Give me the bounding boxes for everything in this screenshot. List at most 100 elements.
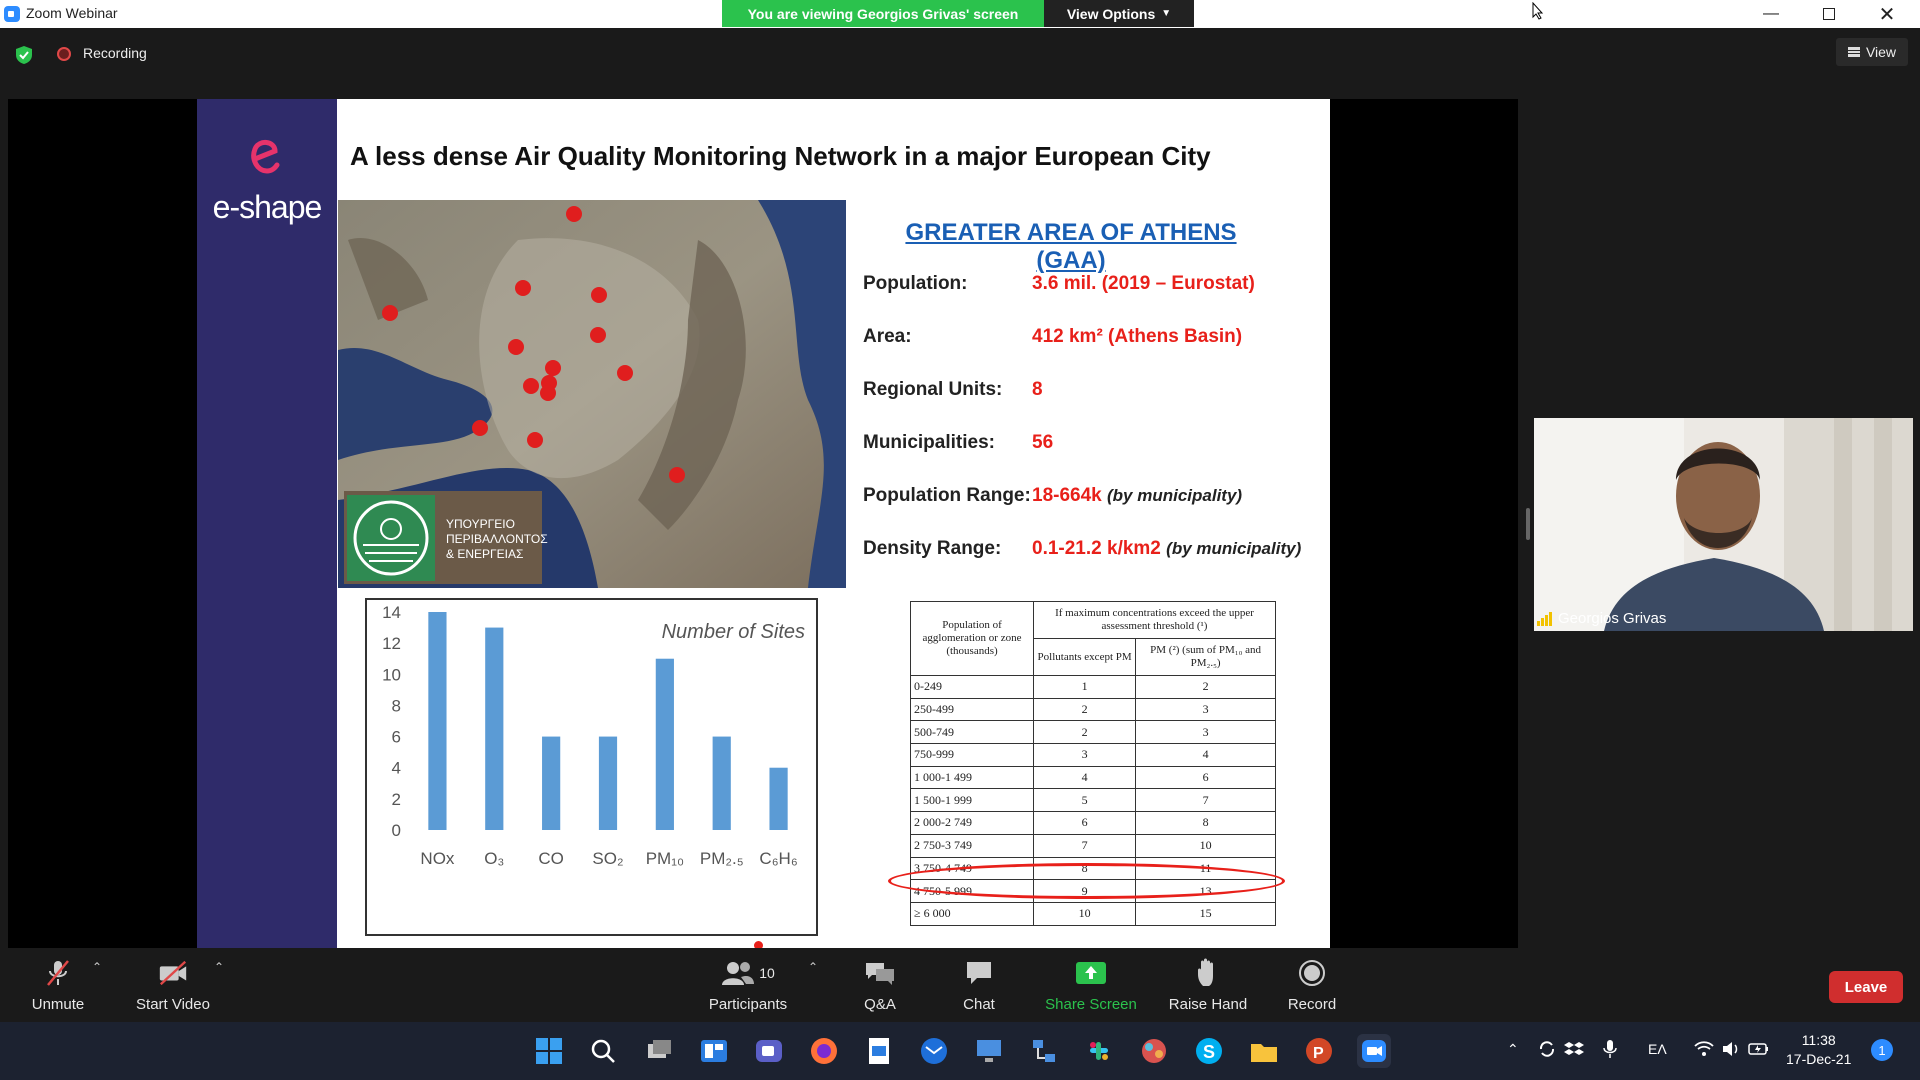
bar <box>769 767 788 830</box>
info-note: (by municipality) <box>1107 486 1243 505</box>
image-viewer-icon[interactable] <box>862 1034 896 1068</box>
slack-icon[interactable] <box>1082 1034 1116 1068</box>
table-row: 500-749 2 3 <box>910 720 1276 745</box>
table-cell: 10 <box>1135 833 1276 858</box>
recording-label: Recording <box>83 45 147 61</box>
teams-chat-icon[interactable] <box>752 1034 786 1068</box>
x-tick-label: O₃ <box>484 849 504 868</box>
share-screen-icon <box>1075 958 1107 988</box>
raise-hand-button[interactable]: Raise Hand <box>1166 958 1250 1013</box>
wifi-icon[interactable] <box>1694 1040 1714 1058</box>
info-label: Municipalities: <box>863 432 995 453</box>
leave-button[interactable]: Leave <box>1829 971 1903 1003</box>
table-row: 0-249 1 2 <box>910 675 1276 699</box>
table-row: 750-999 3 4 <box>910 743 1276 767</box>
table-row: 1 500-1 999 5 7 <box>910 788 1276 813</box>
share-screen-button[interactable]: Share Screen <box>1043 958 1139 1013</box>
table-cell: 1 <box>1032 675 1137 699</box>
chat-button[interactable]: Chat <box>955 958 1003 1013</box>
table-cell: 0-249 <box>910 675 1034 699</box>
search-icon[interactable] <box>586 1034 620 1068</box>
view-options-button[interactable]: View Options ▼ <box>1044 0 1194 27</box>
info-label: Population: <box>863 273 968 294</box>
table-cell: 2 <box>1032 720 1137 745</box>
speaker-video <box>1534 418 1913 631</box>
panel-splitter-handle[interactable] <box>1526 508 1530 540</box>
close-button[interactable]: ✕ <box>1858 0 1916 28</box>
input-language[interactable]: ΕΛ <box>1648 1041 1667 1057</box>
chevron-down-icon: ▼ <box>1161 8 1172 19</box>
notification-badge[interactable]: 1 <box>1871 1039 1893 1061</box>
mail-app-icon[interactable] <box>917 1034 951 1068</box>
skype-icon[interactable]: S <box>1192 1034 1226 1068</box>
y-tick-label: 14 <box>382 603 401 622</box>
record-button[interactable]: Record <box>1286 958 1338 1013</box>
y-tick-label: 12 <box>382 634 401 653</box>
table-header-pm: PM (²) (sum of PM₁₀ and PM₂.₅) <box>1135 638 1276 676</box>
table-cell: 7 <box>1135 788 1276 813</box>
table-cell: 1 500-1 999 <box>910 788 1034 813</box>
zoom-taskbar-icon[interactable] <box>1357 1034 1391 1068</box>
x-tick-label: SO₂ <box>592 849 623 868</box>
restore-icon <box>1823 8 1835 20</box>
battery-icon[interactable] <box>1748 1040 1770 1058</box>
minimize-button[interactable]: — <box>1742 0 1800 28</box>
bar <box>598 736 618 830</box>
table-cell: 3 <box>1032 743 1137 767</box>
view-button[interactable]: View <box>1836 38 1908 66</box>
colorful-app-icon[interactable] <box>1137 1034 1171 1068</box>
audio-options-caret-icon[interactable]: ⌃ <box>92 960 102 974</box>
bar <box>428 612 447 830</box>
view-label: View <box>1865 44 1897 60</box>
volume-icon[interactable] <box>1721 1040 1741 1058</box>
table-header-row: Population of agglomeration or zone (tho… <box>910 601 1276 676</box>
powerpoint-icon[interactable]: P <box>1302 1034 1336 1068</box>
info-value: 8 <box>1032 379 1043 400</box>
bar <box>712 736 731 830</box>
security-shield-icon[interactable] <box>14 45 34 65</box>
task-view-icon[interactable] <box>642 1034 676 1068</box>
participants-count: 10 <box>759 965 775 981</box>
remote-desktop-icon[interactable] <box>972 1034 1006 1068</box>
slide-sidebar: e-shape <box>197 99 337 948</box>
tray-chevron-up-icon[interactable]: ⌃ <box>1507 1041 1519 1058</box>
signal-strength-icon <box>1537 611 1552 626</box>
table-cell: 1 000-1 499 <box>910 765 1034 790</box>
info-label: Density Range: <box>863 538 1002 559</box>
table-header-pollutants: Pollutants except PM <box>1032 638 1137 676</box>
table-cell: 6 <box>1135 765 1276 790</box>
qa-label: Q&A <box>864 996 896 1013</box>
microphone-icon[interactable] <box>1602 1039 1618 1059</box>
y-tick-label: 4 <box>392 759 401 778</box>
sync-icon[interactable] <box>1537 1039 1557 1059</box>
svg-text:S: S <box>1203 1042 1215 1062</box>
participants-caret-icon[interactable]: ⌃ <box>808 960 818 974</box>
participant-name-tag: Georgios Grivas <box>1537 610 1666 627</box>
firefox-icon[interactable] <box>807 1034 841 1068</box>
participants-button[interactable]: 10 Participants <box>706 958 790 1013</box>
table-cell: 5 <box>1032 788 1137 813</box>
grid-icon <box>1847 47 1860 57</box>
network-app-icon[interactable] <box>1027 1034 1061 1068</box>
microphone-muted-icon <box>42 958 74 988</box>
x-tick-label: PM₁₀ <box>646 849 684 868</box>
x-tick-label: NOx <box>420 849 455 868</box>
widgets-icon[interactable] <box>697 1034 731 1068</box>
restore-button[interactable] <box>1800 0 1858 28</box>
minimize-icon: — <box>1763 5 1779 22</box>
table-row: 1 000-1 499 4 6 <box>910 765 1276 790</box>
start-video-button[interactable]: Start Video <box>133 958 213 1013</box>
info-value: 412 km² (Athens Basin) <box>1032 326 1243 347</box>
file-explorer-icon[interactable] <box>1247 1034 1281 1068</box>
info-title: GREATER AREA OF ATHENS (GAA) <box>905 219 1237 274</box>
windows-start-icon[interactable] <box>532 1034 566 1068</box>
system-clock[interactable]: 11:38 17-Dec-21 <box>1786 1031 1851 1069</box>
ministry-emblem-icon <box>347 495 435 581</box>
qa-button[interactable]: Q&A <box>856 958 904 1013</box>
table-cell: 2 <box>1032 697 1137 722</box>
video-options-caret-icon[interactable]: ⌃ <box>214 960 224 974</box>
ministry-of-environment-logo: ΥΠΟΥΡΓΕΙΟ ΠΕΡΙΒΑΛΛΟΝΤΟΣ & ΕΝΕΡΓΕΙΑΣ <box>344 491 548 584</box>
table-cell: 750-999 <box>910 743 1034 767</box>
dropbox-icon[interactable] <box>1564 1039 1584 1059</box>
unmute-button[interactable]: Unmute <box>28 958 88 1013</box>
